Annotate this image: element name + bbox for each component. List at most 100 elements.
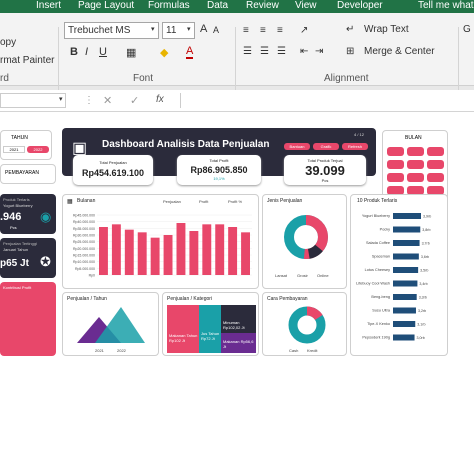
product-label: Pepsodent 190g	[362, 336, 390, 340]
jenis-donut-chart	[284, 215, 328, 259]
month-filter-button[interactable]	[407, 173, 424, 182]
panel-title: Penjualan / Kategori	[167, 296, 213, 302]
number-format-fragment[interactable]: G	[463, 24, 471, 35]
panel-title: Cara Pembayaran	[267, 296, 308, 302]
panel-kategori: Penjualan / Kategori Makanan Tahun Rp102…	[162, 292, 259, 356]
bold-button[interactable]: B	[70, 46, 78, 58]
y-tick-label: Rp10.000.000	[73, 260, 95, 264]
slicer-title: TAHUN	[11, 135, 28, 141]
month-filter-button[interactable]	[427, 147, 444, 156]
align-right-icon[interactable]: ☰	[277, 46, 286, 57]
panel-title: Jenis Penjualan	[267, 198, 303, 204]
help-button[interactable]: Bantuan	[284, 143, 310, 150]
product-label: Lifebuoy Cool Wash	[356, 282, 390, 286]
tab-tell-me[interactable]: Tell me what	[418, 0, 474, 11]
product-value-label: 3,1rb	[417, 323, 425, 327]
y-tick-label: Rp15.000.000	[73, 254, 95, 258]
panel-bulanan: ▦ Bulanan Penjualan Profit Profit % Rp45…	[62, 194, 259, 289]
borders-icon[interactable]: ▦	[126, 46, 136, 59]
format-painter-button[interactable]: rmat Painter	[0, 55, 54, 66]
tile-minuman: Minuman Rp102,02 Jt	[221, 305, 256, 333]
align-left-icon[interactable]: ☰	[243, 46, 252, 57]
align-middle-icon[interactable]: ≡	[260, 25, 266, 36]
alignment-group-label: Alignment	[324, 73, 369, 84]
panel-title: 10 Produk Terlaris	[357, 198, 398, 204]
year-2021-button[interactable]: 2021	[3, 146, 25, 153]
product-value-label: 3,2rb	[418, 309, 426, 313]
tile-label: Makanan Rp56,6 Jt	[223, 339, 254, 349]
cancel-icon[interactable]: ✕	[103, 94, 112, 107]
worksheet-grid[interactable]: ▣ Dashboard Analisis Data Penjualan 4 / …	[0, 112, 474, 474]
formula-bar: ▾ ⋮ ✕ ✓ fx	[0, 90, 474, 112]
tab-developer[interactable]: Developer	[337, 0, 383, 11]
tab-data[interactable]: Data	[207, 0, 228, 11]
product-value-label: 3,6rb	[421, 255, 429, 259]
card-sub: Januari Tahun	[3, 247, 29, 252]
tab-insert[interactable]: Insert	[36, 0, 61, 11]
grow-font-button[interactable]: A	[200, 23, 207, 35]
formula-input[interactable]	[180, 93, 474, 108]
ribbon-separator	[458, 27, 459, 97]
tab-review[interactable]: Review	[246, 0, 279, 11]
kpi-value: Rp86.905.850	[190, 165, 248, 175]
month-filter-button[interactable]	[427, 173, 444, 182]
shrink-font-button[interactable]: A	[213, 25, 219, 35]
tile-jus: Jus Tahun Rp72 Jt	[199, 305, 221, 353]
y-tick-label: Rp25.000.000	[73, 240, 95, 244]
tab-formulas[interactable]: Formulas	[148, 0, 190, 11]
cara-donut-chart	[288, 306, 326, 344]
product-bar	[393, 334, 415, 341]
panel-tahun: Penjualan / Tahun 2021 2022	[62, 292, 159, 356]
bulanan-bar-chart: Rp45.000.000 Rp40.000.000 Rp35.000.000 Rp30…	[73, 214, 252, 278]
copy-button[interactable]: opy	[0, 37, 16, 48]
legend-kredit: Kredit	[307, 348, 318, 353]
wrap-text-button[interactable]: Wrap Text	[364, 24, 409, 35]
enter-icon[interactable]: ✓	[130, 94, 139, 107]
product-label: Beng-beng	[371, 295, 390, 299]
font-color-button[interactable]: A	[186, 46, 194, 59]
chart-button[interactable]: Grafik	[313, 143, 339, 150]
product-value-label: 3,4rb	[419, 282, 427, 286]
font-name-select[interactable]: Trebuchet MS ▾	[64, 22, 159, 39]
slicer-pembayaran: PEMBAYARAN	[0, 164, 56, 184]
tile-value: Rp102,02 Jt	[223, 325, 245, 330]
bar-Des	[241, 232, 250, 275]
tab-view[interactable]: View	[295, 0, 317, 11]
card-title: Kontribusi Profit	[3, 285, 32, 290]
merge-center-button[interactable]: Merge & Center	[364, 46, 435, 57]
name-box[interactable]: ▾	[0, 93, 66, 108]
year-2022-button[interactable]: 2022	[27, 146, 49, 153]
tile-makanan: Makanan Rp56,6 Jt	[221, 333, 256, 353]
month-filter-button[interactable]	[427, 160, 444, 169]
kpi-sub: Pcs	[321, 178, 329, 183]
function-icon[interactable]: fx	[156, 94, 164, 105]
underline-button[interactable]: U	[99, 46, 107, 58]
decrease-indent-icon[interactable]: ⇤	[300, 46, 308, 57]
product-bar	[393, 213, 421, 219]
align-center-icon[interactable]: ☰	[260, 46, 269, 57]
align-bottom-icon[interactable]: ≡	[277, 25, 283, 36]
italic-button[interactable]: I	[85, 46, 88, 58]
month-filter-button[interactable]	[387, 173, 404, 182]
month-filter-button[interactable]	[387, 147, 404, 156]
fill-color-icon[interactable]: ◆	[160, 46, 168, 59]
ribbon: opy rmat Painter rd Trebuchet MS ▾ 11 ▾ …	[0, 13, 474, 97]
bar-Jan	[99, 227, 108, 275]
align-top-icon[interactable]: ≡	[243, 25, 249, 36]
refresh-button[interactable]: Refresh	[342, 143, 368, 150]
kpi-value: Rp454.619.100	[81, 168, 145, 178]
orientation-icon[interactable]: ↗	[300, 25, 308, 36]
month-filter-button[interactable]	[407, 160, 424, 169]
tab-page-layout[interactable]: Page Layout	[78, 0, 134, 11]
dashboard-title: Dashboard Analisis Data Penjualan	[102, 139, 270, 150]
month-filter-button[interactable]	[387, 160, 404, 169]
product-label: Susu Ultra	[372, 309, 391, 313]
kpi-label: Total Penjualan	[99, 160, 127, 165]
increase-indent-icon[interactable]: ⇥	[315, 46, 323, 57]
tahun-label-2021: 2021	[95, 348, 104, 353]
month-filter-button[interactable]	[407, 147, 424, 156]
legend-online: Online	[317, 273, 329, 278]
product-bar	[393, 294, 417, 300]
bar-Sep	[202, 224, 212, 275]
font-size-select[interactable]: 11 ▾	[162, 22, 195, 39]
